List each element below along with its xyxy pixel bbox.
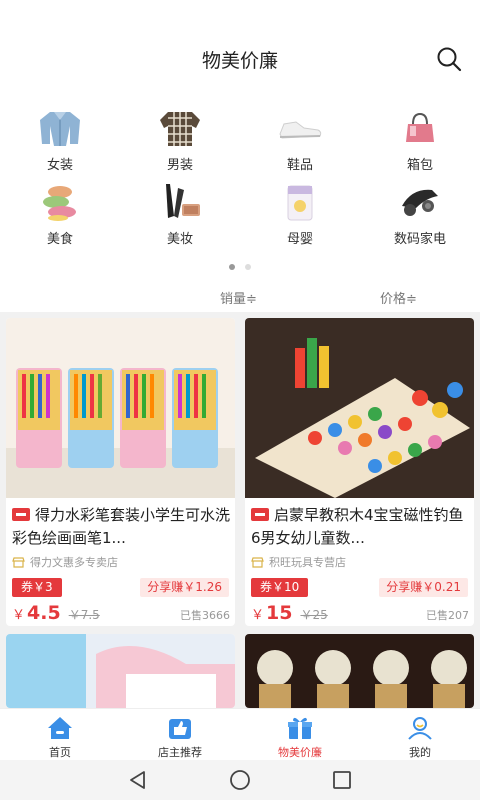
product-title: 启蒙早教积木4宝宝磁性钓鱼6男女幼儿童数... [251,506,464,547]
shop-name[interactable]: 积旺玩具专营店 [251,554,346,570]
home-icon [48,717,72,739]
product-card[interactable] [6,634,235,708]
gift-box-icon [288,717,312,739]
sort-by-sales[interactable]: 销量≑ [220,288,257,307]
product-card[interactable]: 得力水彩笔套装小学生可水洗彩色绘画画笔1... 得力文惠多专卖店 券￥3 分享赚… [6,318,235,626]
price-line: ￥ 15 ￥25 已售207 [251,602,469,624]
page-title: 物美价廉 [201,49,278,72]
category-grid: 女装 男装 鞋品 箱包 美食 美妆 母婴 数码家电 [0,84,480,284]
tmall-badge-icon [12,508,30,521]
coupon-badge[interactable]: 券￥3 [12,578,62,597]
share-earn-button[interactable]: 分享赚￥0.21 [379,578,468,597]
product-title: 得力水彩笔套装小学生可水洗彩色绘画画笔1... [12,506,231,547]
handbag-icon [406,112,434,142]
search-icon[interactable] [436,46,462,72]
original-price: ￥25 [300,608,328,622]
system-nav-bar [0,760,480,800]
category-mother-baby[interactable]: 母婴 [240,178,360,248]
sneaker-icon [279,121,322,139]
carousel-indicator [0,264,480,270]
tmall-badge-icon [251,508,269,521]
sold-count: 已售207 [426,609,469,622]
coupon-badge[interactable]: 券￥10 [251,578,309,597]
store-icon [251,556,264,568]
carousel-dot-active [229,264,235,270]
product-card[interactable]: 启蒙早教积木4宝宝磁性钓鱼6男女幼儿童数... 积旺玩具专营店 券￥10 分享赚… [245,318,474,626]
product-image-apparel [6,634,235,708]
currency-symbol: ￥ [12,608,26,623]
shop-name[interactable]: 得力文惠多专卖店 [12,554,118,570]
macaron-icon [43,186,76,221]
sold-count: 已售3666 [180,609,230,622]
share-earn-button[interactable]: 分享赚￥1.26 [140,578,229,597]
denim-jacket-icon [40,112,80,146]
tab-mine[interactable]: 我的 [360,709,480,761]
category-mens-wear[interactable]: 男装 [120,104,240,174]
carousel-dot [245,264,251,270]
home-circle-icon[interactable] [229,769,251,791]
current-price: 4.5 [27,602,61,624]
sort-bar: 销量≑ 价格≑ [0,284,480,312]
user-icon [408,717,432,740]
category-digital-appliances[interactable]: 数码家电 [360,178,480,248]
currency-symbol: ￥ [251,608,265,623]
product-card[interactable] [245,634,474,708]
status-bar [0,0,480,34]
product-image-fishing-toy [245,318,474,498]
plaid-shirt-icon [160,112,200,146]
makeup-brush-icon [166,184,200,218]
recent-apps-icon[interactable] [332,770,352,790]
bottom-tab-bar: 首页 店主推荐 物美价廉 我的 [0,708,480,760]
tab-owner-recommend[interactable]: 店主推荐 [120,709,240,761]
product-image-markers [6,318,235,498]
app-header: 物美价廉 [0,34,480,84]
tab-home[interactable]: 首页 [0,709,120,761]
back-icon[interactable] [128,770,148,790]
diaper-pack-icon [287,185,313,221]
price-line: ￥ 4.5 ￥7.5 已售3666 [12,602,230,624]
product-image-jars [245,634,474,708]
category-food[interactable]: 美食 [0,178,120,248]
store-icon [12,556,25,568]
earphones-icon [402,189,438,216]
current-price: 15 [266,602,293,624]
category-makeup[interactable]: 美妆 [120,178,240,248]
thumbs-up-icon [169,719,191,739]
original-price: ￥7.5 [68,608,100,622]
category-womens-wear[interactable]: 女装 [0,104,120,174]
category-bags[interactable]: 箱包 [360,104,480,174]
category-shoes[interactable]: 鞋品 [240,104,360,174]
sort-by-price[interactable]: 价格≑ [380,288,417,307]
tab-good-value[interactable]: 物美价廉 [240,709,360,761]
